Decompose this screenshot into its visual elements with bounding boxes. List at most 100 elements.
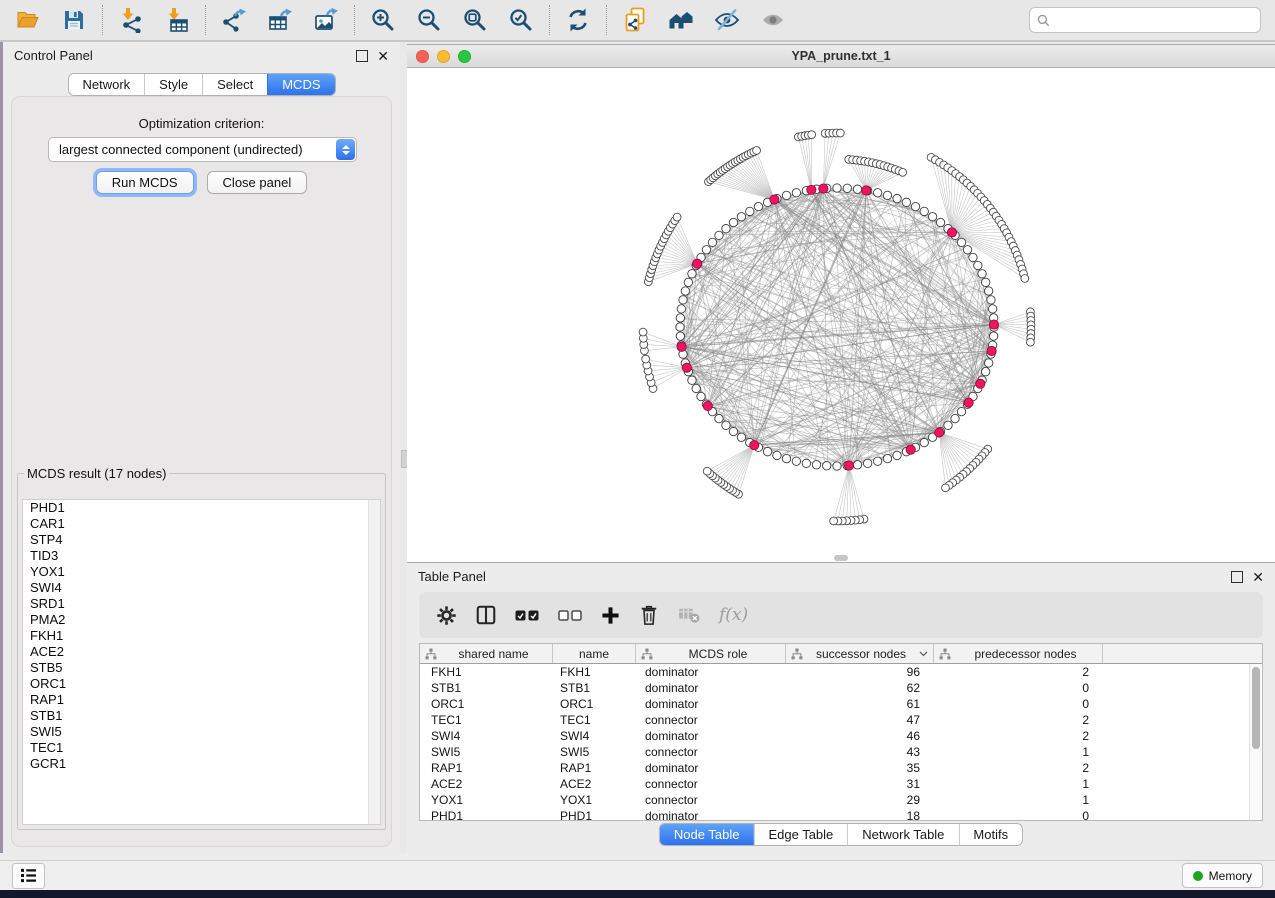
table-row[interactable]: YOX1YOX1connector291 [420,792,1250,808]
float-panel-icon[interactable] [356,50,368,62]
table-row[interactable]: TEC1TEC1connector472 [420,712,1250,728]
import-table-icon[interactable] [162,5,192,35]
mcds-node[interactable]: ACE2 [23,644,380,660]
cell-predecessor-nodes: 1 [934,793,1103,807]
mcds-node[interactable]: TID3 [23,548,380,564]
table-panel-header: Table Panel ✕ [407,563,1275,590]
search-icon [1037,14,1050,27]
mcds-result-list[interactable]: PHD1CAR1STP4TID3YOX1SWI4SRD1PMA2FKH1ACE2… [22,499,381,825]
tab-select[interactable]: Select [202,74,267,95]
zoom-in-icon[interactable] [368,5,398,35]
import-network-icon[interactable] [116,5,146,35]
window-close-icon[interactable] [416,50,429,63]
columns-icon[interactable] [476,602,496,628]
deselect-all-icon[interactable] [558,602,582,628]
table-row[interactable]: FKH1FKH1dominator962 [420,664,1250,680]
network-canvas[interactable] [407,68,1275,562]
mcds-node[interactable]: CAR1 [23,516,380,532]
tab-edge-table[interactable]: Edge Table [753,824,847,845]
run-mcds-button[interactable]: Run MCDS [96,171,194,194]
canvas-scrollbar-thumb[interactable] [834,555,848,561]
open-file-icon[interactable] [13,5,43,35]
close-panel-icon[interactable]: ✕ [377,51,389,61]
tab-mcds[interactable]: MCDS [267,74,334,95]
table-row[interactable]: SWI4SWI4dominator462 [420,728,1250,744]
mcds-node[interactable]: SWI5 [23,724,380,740]
duplicate-network-icon[interactable] [620,5,650,35]
vertical-splitter[interactable] [400,42,407,853]
cell-shared-name: FKH1 [420,665,553,679]
table-row[interactable]: PHD1PHD1dominator180 [420,808,1250,820]
column-header-MCDS-role[interactable]: MCDS role [636,644,786,663]
tab-motifs[interactable]: Motifs [958,824,1022,845]
window-maximize-icon[interactable] [458,50,471,63]
window-minimize-icon[interactable] [437,50,450,63]
mcds-node[interactable]: TEC1 [23,740,380,756]
mcds-node[interactable]: SRD1 [23,596,380,612]
tab-network[interactable]: Network [68,74,144,95]
cell-successor-nodes: 46 [786,729,934,743]
export-table-icon[interactable] [265,5,295,35]
first-neighbors-icon[interactable] [666,5,696,35]
network-graph[interactable] [407,68,1273,560]
application-window: Control Panel ✕ NetworkStyleSelectMCDS O… [0,0,1275,890]
mcds-tab-content: Optimization criterion: largest connecte… [11,96,392,847]
select-all-icon[interactable] [515,602,539,628]
show-all-icon[interactable] [758,5,788,35]
add-column-icon[interactable] [601,602,620,628]
network-titlebar[interactable]: YPA_prune.txt_1 [407,45,1275,68]
mcds-node[interactable]: YOX1 [23,564,380,580]
search-box[interactable] [1029,7,1261,33]
float-table-panel-icon[interactable] [1231,571,1243,583]
tab-network-table[interactable]: Network Table [847,824,958,845]
table-scrollbar[interactable] [1249,664,1262,820]
column-header-successor-nodes[interactable]: successor nodes [786,644,934,663]
close-table-panel-icon[interactable]: ✕ [1252,572,1264,582]
export-network-icon[interactable] [219,5,249,35]
table-scrollbar-thumb[interactable] [1252,667,1260,749]
criterion-select[interactable]: largest connected component (undirected) [48,137,357,162]
mcds-list-scrollbar[interactable] [368,500,380,824]
mcds-node[interactable]: FKH1 [23,628,380,644]
cell-name: RAP1 [553,761,636,775]
memory-button[interactable]: Memory [1182,863,1263,888]
zoom-fit-icon[interactable] [460,5,490,35]
tab-style[interactable]: Style [144,74,202,95]
mcds-node[interactable]: PMA2 [23,612,380,628]
mcds-node[interactable]: SWI4 [23,580,380,596]
column-header-predecessor-nodes[interactable]: predecessor nodes [934,644,1103,663]
close-panel-button[interactable]: Close panel [207,171,308,194]
delete-column-icon[interactable] [639,602,659,628]
cell-predecessor-nodes: 2 [934,713,1103,727]
mcds-node[interactable]: STP4 [23,532,380,548]
column-header-shared-name[interactable]: shared name [420,644,553,663]
cell-predecessor-nodes: 1 [934,777,1103,791]
mcds-node[interactable]: RAP1 [23,692,380,708]
mcds-node[interactable]: STB5 [23,660,380,676]
gear-icon[interactable] [436,602,457,628]
mcds-node[interactable]: ORC1 [23,676,380,692]
control-tabs: NetworkStyleSelectMCDS [67,73,335,96]
zoom-out-icon[interactable] [414,5,444,35]
save-session-icon[interactable] [59,5,89,35]
table-row[interactable]: ORC1ORC1dominator610 [420,696,1250,712]
hide-selected-icon[interactable] [712,5,742,35]
delete-table-icon [678,602,700,628]
zoom-selected-icon[interactable] [506,5,536,35]
cell-shared-name: PHD1 [420,809,553,820]
mcds-node[interactable]: GCR1 [23,756,380,772]
search-input[interactable] [1056,12,1253,28]
column-header-name[interactable]: name [553,644,636,663]
mcds-node[interactable]: STB1 [23,708,380,724]
table-row[interactable]: ACE2ACE2connector311 [420,776,1250,792]
tab-node-table[interactable]: Node Table [660,824,754,845]
mcds-node[interactable]: PHD1 [23,500,380,516]
table-row[interactable]: RAP1RAP1dominator352 [420,760,1250,776]
refresh-view-icon[interactable] [563,5,593,35]
task-history-button[interactable] [12,863,45,889]
export-image-icon[interactable] [311,5,341,35]
memory-label: Memory [1209,869,1252,883]
table-row[interactable]: STB1STB1dominator620 [420,680,1250,696]
status-bar: Memory [0,860,1275,890]
table-row[interactable]: SWI5SWI5connector431 [420,744,1250,760]
